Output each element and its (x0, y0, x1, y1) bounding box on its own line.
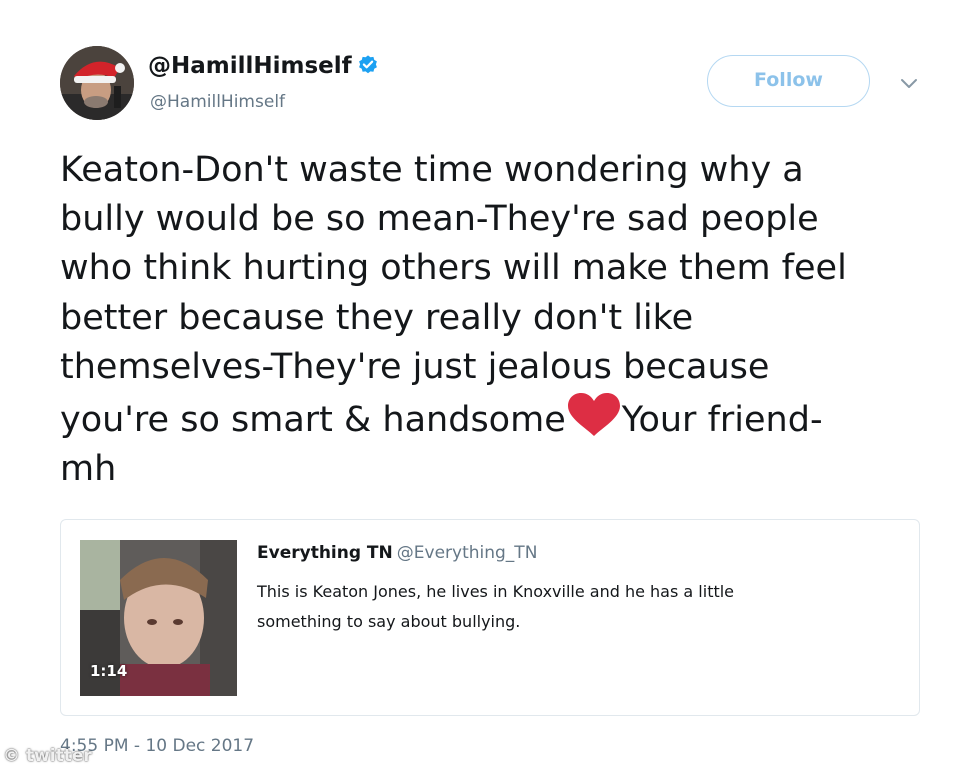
chevron-down-icon[interactable] (896, 72, 922, 94)
twitter-watermark: © twitter (3, 746, 92, 766)
tweet-text-line-with-emoji: you're so smart & handsome Your friend- (60, 392, 930, 445)
tweet-text-line: better because they really don't like (60, 297, 694, 338)
display-name[interactable]: @HamillHimself (148, 53, 379, 82)
display-name-text[interactable]: @HamillHimself (148, 53, 352, 79)
quoted-tweet-text-line: This is Keaton Jones, he lives in Knoxvi… (257, 582, 735, 601)
quoted-tweet-text: This is Keaton Jones, he lives in Knoxvi… (257, 577, 734, 637)
user-handle[interactable]: @HamillHimself (150, 92, 285, 112)
verified-badge-icon (357, 54, 379, 82)
quoted-tweet-author[interactable]: Everything TN @Everything_TN (257, 543, 537, 563)
quoted-tweet-text-line: something to say about bullying. (257, 612, 521, 631)
tweet-text-line: Keaton-Don't waste time wondering why a (60, 150, 804, 190)
quoted-tweet-card[interactable]: 1:14 Everything TN @Everything_TN This is… (60, 519, 920, 716)
avatar[interactable] (60, 46, 134, 120)
heart-icon (566, 392, 622, 438)
tweet-text-line: bully would be so mean-They're sad peopl… (60, 199, 819, 240)
quoted-tweet-handle[interactable]: @Everything_TN (397, 543, 538, 563)
avatar-image (60, 46, 134, 120)
tweet-text-line: who think hurting others will make them … (60, 248, 847, 289)
tweet-text-segment: you're so smart & handsome (60, 400, 566, 441)
tweet-text-line: mh (60, 449, 117, 490)
video-duration: 1:14 (90, 662, 128, 680)
tweet-text: Keaton-Don't waste time wondering why a … (60, 146, 930, 494)
tweet-text-line: themselves-They're just jealous because (60, 346, 770, 387)
quoted-tweet-video-thumbnail[interactable]: 1:14 (80, 540, 237, 696)
follow-button[interactable]: Follow (707, 55, 870, 107)
quoted-tweet-name[interactable]: Everything TN (257, 543, 393, 563)
tweet-text-segment: Your friend- (621, 400, 823, 441)
